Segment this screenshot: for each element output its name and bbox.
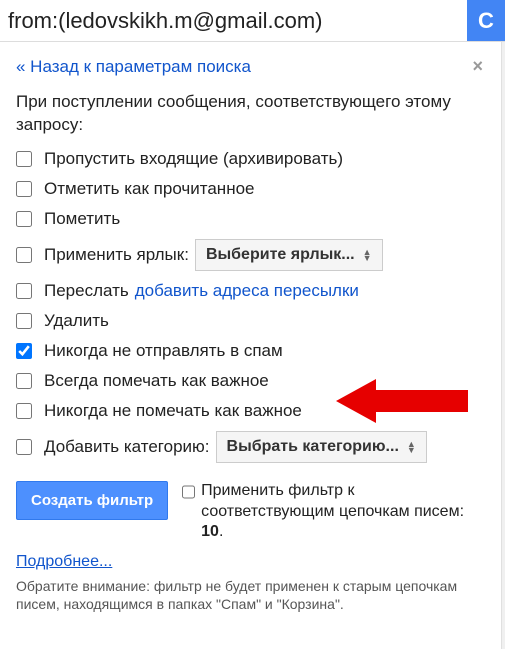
checkbox-star[interactable] bbox=[16, 211, 32, 227]
search-button[interactable]: C bbox=[467, 0, 505, 41]
checkbox-mark-read[interactable] bbox=[16, 181, 32, 197]
label-skip-inbox: Пропустить входящие (архивировать) bbox=[44, 149, 343, 169]
label-always-important: Всегда помечать как важное bbox=[44, 371, 269, 391]
checkbox-never-important[interactable] bbox=[16, 403, 32, 419]
create-filter-button[interactable]: Создать фильтр bbox=[16, 481, 168, 520]
filter-panel: « Назад к параметрам поиска × При поступ… bbox=[0, 42, 505, 624]
learn-more-link[interactable]: Подробнее... bbox=[16, 553, 112, 571]
option-star: Пометить bbox=[16, 209, 489, 229]
checkbox-skip-inbox[interactable] bbox=[16, 151, 32, 167]
apply-existing-count: 10 bbox=[201, 523, 219, 540]
intro-text: При поступлении сообщения, соответствующ… bbox=[16, 91, 489, 137]
option-always-important: Всегда помечать как важное bbox=[16, 371, 489, 391]
checkbox-apply-existing[interactable] bbox=[182, 484, 195, 500]
option-forward: Переслать добавить адреса пересылки bbox=[16, 281, 489, 301]
option-apply-label: Применить ярлык: Выберите ярлык... ▲▼ bbox=[16, 239, 489, 271]
forward-addresses-link[interactable]: добавить адреса пересылки bbox=[135, 281, 359, 301]
apply-existing-text: Применить фильтр к соответствующим цепоч… bbox=[201, 481, 489, 543]
select-label[interactable]: Выберите ярлык... ▲▼ bbox=[195, 239, 383, 271]
note-text: Обратите внимание: фильтр не будет приме… bbox=[16, 577, 489, 613]
updown-icon: ▲▼ bbox=[363, 249, 372, 261]
updown-icon: ▲▼ bbox=[407, 441, 416, 453]
option-never-important: Никогда не помечать как важное bbox=[16, 401, 489, 421]
select-label-text: Выберите ярлык... bbox=[206, 246, 355, 264]
label-apply-label: Применить ярлык: bbox=[44, 245, 189, 265]
select-category-text: Выбрать категорию... bbox=[227, 438, 399, 456]
checkbox-forward[interactable] bbox=[16, 283, 32, 299]
checkbox-never-spam[interactable] bbox=[16, 343, 32, 359]
label-delete: Удалить bbox=[44, 311, 109, 331]
checkbox-delete[interactable] bbox=[16, 313, 32, 329]
label-never-spam: Никогда не отправлять в спам bbox=[44, 341, 283, 361]
label-forward: Переслать bbox=[44, 281, 129, 301]
option-never-spam: Никогда не отправлять в спам bbox=[16, 341, 489, 361]
search-input[interactable] bbox=[0, 0, 467, 41]
back-link[interactable]: « Назад к параметрам поиска bbox=[16, 57, 251, 77]
scrollbar-edge bbox=[501, 42, 505, 649]
option-skip-inbox: Пропустить входящие (архивировать) bbox=[16, 149, 489, 169]
close-icon[interactable]: × bbox=[466, 56, 489, 77]
checkbox-add-category[interactable] bbox=[16, 439, 32, 455]
option-mark-read: Отметить как прочитанное bbox=[16, 179, 489, 199]
top-bar: C bbox=[0, 0, 505, 42]
create-row: Создать фильтр Применить фильтр к соотве… bbox=[16, 481, 489, 543]
select-category[interactable]: Выбрать категорию... ▲▼ bbox=[216, 431, 427, 463]
header-row: « Назад к параметрам поиска × bbox=[16, 56, 489, 77]
label-never-important: Никогда не помечать как важное bbox=[44, 401, 302, 421]
label-star: Пометить bbox=[44, 209, 120, 229]
option-delete: Удалить bbox=[16, 311, 489, 331]
checkbox-always-important[interactable] bbox=[16, 373, 32, 389]
label-mark-read: Отметить как прочитанное bbox=[44, 179, 255, 199]
checkbox-apply-label[interactable] bbox=[16, 247, 32, 263]
apply-existing-block: Применить фильтр к соответствующим цепоч… bbox=[182, 481, 489, 543]
label-add-category: Добавить категорию: bbox=[44, 437, 210, 457]
option-add-category: Добавить категорию: Выбрать категорию...… bbox=[16, 431, 489, 463]
